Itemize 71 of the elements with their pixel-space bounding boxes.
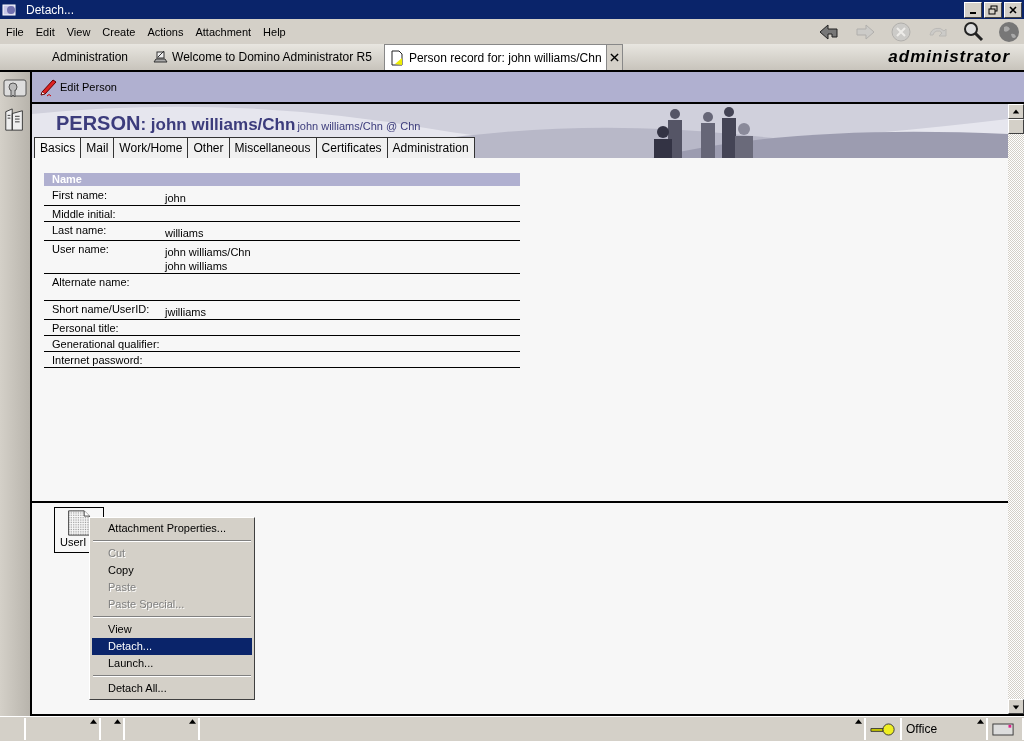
form-tab[interactable]: Miscellaneous bbox=[228, 137, 317, 158]
record-name: : john williams/Chn bbox=[140, 115, 296, 135]
menu-item[interactable]: Launch... bbox=[92, 655, 252, 672]
menu-item[interactable]: Help bbox=[257, 25, 292, 38]
menu-item[interactable]: Create bbox=[96, 25, 142, 38]
form-tab[interactable]: Work/Home bbox=[113, 137, 189, 158]
form-tab[interactable]: Other bbox=[187, 137, 230, 158]
field-label: Middle initial: bbox=[52, 208, 117, 220]
caret-icon bbox=[90, 719, 97, 724]
app-icon bbox=[2, 1, 18, 18]
menu-item[interactable]: View bbox=[92, 621, 252, 638]
brand-label: administrator bbox=[888, 47, 1011, 67]
tab-label: Administration bbox=[52, 50, 129, 64]
form-tab[interactable]: Mail bbox=[80, 137, 115, 158]
form-tab[interactable]: Administration bbox=[386, 137, 475, 158]
tab-label: Person record for: john williams/Chn bbox=[408, 50, 602, 65]
field-label: Alternate name: bbox=[52, 276, 131, 288]
field-value: john bbox=[165, 193, 186, 204]
window-tab[interactable]: Welcome to Domino Administrator R5 bbox=[140, 44, 384, 70]
field-label: Last name: bbox=[52, 224, 108, 238]
field-value: john williams/Chn bbox=[165, 247, 251, 258]
close-icon bbox=[1008, 4, 1018, 15]
menu-item[interactable]: Copy bbox=[92, 562, 252, 579]
window-tab[interactable]: Person record for: john williams/Chn bbox=[383, 44, 623, 70]
menu-item[interactable]: Actions bbox=[141, 25, 190, 38]
desk-icon bbox=[152, 49, 169, 65]
field-label: Internet password: bbox=[52, 354, 144, 366]
field-label: User name: bbox=[52, 243, 110, 257]
pen-icon bbox=[38, 77, 58, 97]
field-value: williams bbox=[165, 228, 204, 239]
up-arrow-icon bbox=[1012, 107, 1020, 116]
search-icon[interactable] bbox=[962, 20, 984, 43]
window-title: Detach... bbox=[26, 2, 76, 17]
caret-icon bbox=[855, 719, 862, 724]
certificate-icon[interactable] bbox=[3, 76, 27, 100]
scroll-thumb[interactable] bbox=[1008, 119, 1024, 134]
close-icon[interactable] bbox=[605, 45, 622, 70]
menu-item[interactable]: File bbox=[0, 25, 30, 38]
document-tile[interactable]: UserI bbox=[54, 507, 104, 553]
field-label: Short name/UserID: bbox=[52, 303, 151, 317]
location-selector[interactable]: Office bbox=[902, 718, 988, 740]
minimize-icon bbox=[970, 11, 976, 14]
record-subtitle: john williams/Chn @ Chn bbox=[297, 120, 421, 132]
caret-icon bbox=[189, 719, 196, 724]
menu-item[interactable]: Detach... bbox=[92, 638, 252, 655]
page-icon bbox=[388, 49, 405, 66]
menu-item[interactable]: View bbox=[60, 25, 97, 38]
menu-item[interactable]: Attachment bbox=[189, 25, 258, 38]
edit-person-button[interactable]: Edit Person bbox=[38, 77, 117, 97]
close-button[interactable] bbox=[1004, 1, 1022, 18]
restore-button[interactable] bbox=[984, 1, 1002, 18]
tab-label: Welcome to Domino Administrator R5 bbox=[172, 50, 372, 64]
down-arrow-icon bbox=[1012, 702, 1020, 711]
form-tab[interactable]: Certificates bbox=[315, 137, 388, 158]
field-label: Personal title: bbox=[52, 322, 120, 334]
caret-icon bbox=[114, 719, 121, 724]
window-tab[interactable]: Administration bbox=[40, 44, 141, 70]
minimize-button[interactable] bbox=[964, 1, 982, 18]
field-label: First name: bbox=[52, 189, 108, 203]
record-type: PERSON bbox=[56, 112, 141, 135]
section-header: Name bbox=[44, 173, 520, 186]
restore-icon bbox=[988, 4, 998, 15]
scrollbar[interactable] bbox=[1008, 104, 1024, 714]
menu-item[interactable]: Detach All... bbox=[92, 680, 252, 697]
field-label: Generational qualifier: bbox=[52, 338, 161, 350]
caret-icon bbox=[977, 719, 984, 724]
form-tab[interactable]: Basics bbox=[34, 137, 82, 158]
menu-item[interactable]: Edit bbox=[29, 25, 61, 38]
attachment-name: UserI bbox=[59, 536, 87, 548]
field-value: john williams bbox=[165, 261, 229, 272]
field-value: jwilliams bbox=[165, 307, 206, 318]
